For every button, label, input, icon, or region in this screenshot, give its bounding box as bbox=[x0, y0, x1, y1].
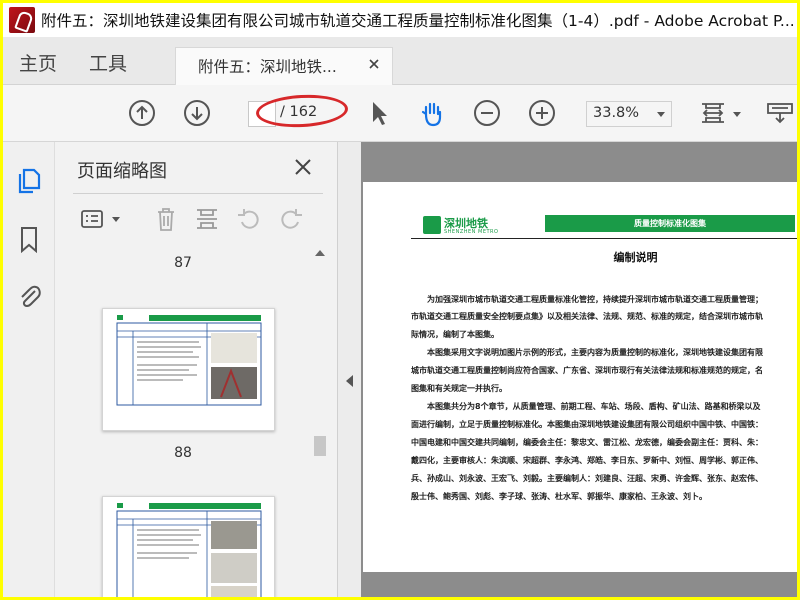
page-thumbnail[interactable] bbox=[102, 308, 275, 431]
panel-title: 页面缩略图 bbox=[77, 161, 167, 182]
zoom-in-icon bbox=[529, 100, 555, 126]
thumbnail-list: 87 88 bbox=[55, 246, 311, 597]
document-line: 中国电建和中国交建共同编制，编委会主任：黎忠文、雷江松、龙宏德，编委会副主任：贾… bbox=[411, 438, 763, 447]
logo-subtext: SHENZHEN METRO bbox=[444, 229, 499, 235]
document-line: 本图集采用文字说明加图片示例的形式，主要内容为质量控制的标准化，深圳地铁建设集团… bbox=[427, 348, 763, 357]
menu-home[interactable]: 主页 bbox=[19, 49, 57, 76]
zoom-out-button[interactable] bbox=[472, 98, 502, 128]
thumbnail-image bbox=[116, 315, 262, 406]
header-rule bbox=[411, 238, 797, 239]
document-line: 兵、孙成山、刘永波、王宏飞、刘毅。主要编制人：刘建良、汪超、宋勇、许金辉、张东、… bbox=[411, 474, 763, 483]
hand-tool-button[interactable] bbox=[417, 98, 447, 128]
pointer-icon bbox=[373, 102, 387, 125]
document-page[interactable]: 深圳地铁 SHENZHEN METRO 质量控制标准化图集 编制说明 为加强深圳… bbox=[363, 182, 797, 572]
page-thumbnail[interactable] bbox=[102, 496, 275, 597]
document-line: 戴四化，主要审核人：朱滨顺、宋超群、李永鸿、郑皓、李日东、罗新中、刘恒、周学彬、… bbox=[411, 456, 763, 465]
thumbnail-scrollbar[interactable] bbox=[311, 246, 329, 597]
header-bar: 质量控制标准化图集 bbox=[545, 215, 795, 232]
red-annotation-ellipse bbox=[255, 92, 349, 130]
delete-page-button[interactable] bbox=[152, 205, 180, 233]
page-thumbnails-button[interactable] bbox=[15, 166, 43, 194]
acrobat-app-icon bbox=[9, 7, 35, 33]
comment-tool-button[interactable] bbox=[765, 98, 795, 128]
acrobat-window: 附件五：深圳地铁建设集团有限公司城市轨道交通工程质量控制标准化图集（1-4）.p… bbox=[3, 3, 797, 597]
rotate-left-icon bbox=[238, 209, 259, 229]
zoom-level-select[interactable]: 33.8% bbox=[586, 101, 672, 127]
window-title: 附件五：深圳地铁建设集团有限公司城市轨道交通工程质量控制标准化图集（1-4）.p… bbox=[41, 12, 795, 30]
page-fit-dropdown-icon[interactable] bbox=[733, 112, 741, 117]
thumbnail-image bbox=[116, 503, 262, 597]
chevron-down-icon bbox=[657, 112, 665, 117]
document-line: 图集和有关规定一并执行。 bbox=[411, 384, 507, 393]
document-line: 为加强深圳市城市轨道交通工程质量标准化管控，持续提升深圳市城市轨道交通工程质量管… bbox=[427, 295, 763, 304]
scrollbar-thumb[interactable] bbox=[314, 436, 326, 456]
rotate-right-button[interactable] bbox=[277, 205, 305, 233]
select-tool-button[interactable] bbox=[364, 98, 394, 128]
document-line: 市轨道交通工程质量安全控制要点集》以及相关法律、法规、规范、标准的规定，结合深圳… bbox=[411, 312, 763, 321]
rotate-left-button[interactable] bbox=[235, 205, 263, 233]
options-menu-icon bbox=[81, 210, 103, 228]
thumbnail-options-button[interactable] bbox=[79, 205, 107, 233]
title-bar: 附件五：深圳地铁建设集团有限公司城市轨道交通工程质量控制标准化图集（1-4）.p… bbox=[3, 3, 797, 37]
menu-tools[interactable]: 工具 bbox=[89, 49, 127, 76]
navigation-rail bbox=[3, 142, 55, 597]
tab-bar: 主页 工具 附件五：深圳地铁... bbox=[3, 37, 797, 85]
attachment-icon bbox=[21, 285, 41, 308]
document-heading: 编制说明 bbox=[613, 251, 658, 264]
close-icon bbox=[369, 59, 379, 69]
tab-close-button[interactable] bbox=[366, 56, 382, 72]
insert-page-button[interactable] bbox=[193, 205, 221, 233]
previous-page-button[interactable] bbox=[127, 98, 157, 128]
thumbnail-page-number: 87 bbox=[174, 255, 192, 271]
close-icon bbox=[295, 159, 311, 175]
document-line: 面进行编制，立足于质量控制标准化。本图集由深圳地铁建设集团有限公司组织中国中铁、… bbox=[411, 420, 763, 429]
bookmarks-button[interactable] bbox=[15, 225, 43, 253]
bookmark-icon bbox=[21, 227, 37, 253]
document-tab-label: 附件五：深圳地铁... bbox=[198, 58, 337, 76]
document-line: 城市轨道交通工程质量控制尚应符合国家、广东省、深圳市现行有关法律法规和标准规范的… bbox=[411, 366, 763, 375]
scroll-up-arrow-icon[interactable] bbox=[315, 250, 325, 256]
hand-icon bbox=[421, 102, 442, 127]
zoom-in-button[interactable] bbox=[527, 98, 557, 128]
page-fit-button[interactable] bbox=[698, 98, 728, 128]
page-thumbnails-icon bbox=[18, 168, 41, 194]
document-bottom-gap bbox=[363, 572, 797, 597]
trash-icon bbox=[158, 208, 174, 231]
metro-logo-icon bbox=[423, 216, 441, 234]
insert-page-icon bbox=[197, 209, 217, 229]
thumbnail-page-number: 88 bbox=[174, 445, 192, 461]
attachments-button[interactable] bbox=[15, 282, 43, 310]
arrow-down-circle-icon bbox=[184, 100, 210, 126]
document-view: 深圳地铁 SHENZHEN METRO 质量控制标准化图集 编制说明 为加强深圳… bbox=[338, 142, 797, 597]
page-fit-icon bbox=[702, 103, 724, 123]
arrow-up-circle-icon bbox=[129, 100, 155, 126]
document-line: 本图集共分为8个章节，从质量管理、前期工程、车站、场段、盾构、矿山法、路基和桥梁… bbox=[427, 402, 761, 411]
options-dropdown-icon[interactable] bbox=[112, 217, 120, 222]
rotate-right-icon bbox=[281, 209, 302, 229]
document-line: 殷士伟、鲍秀国、刘彪、李子球、张涛、杜水军、郭振华、康家柏、王永波、刘卜。 bbox=[411, 492, 707, 501]
zoom-level-value: 33.8% bbox=[593, 105, 640, 121]
comment-tool-icon bbox=[767, 103, 793, 124]
document-tab[interactable]: 附件五：深圳地铁... bbox=[175, 47, 393, 85]
panel-close-button[interactable] bbox=[293, 157, 313, 177]
divider bbox=[73, 193, 323, 194]
toolbar: / 162 33.8% bbox=[3, 85, 797, 142]
document-line: 际情况，编制了本图集。 bbox=[411, 330, 499, 339]
zoom-out-icon bbox=[474, 100, 500, 126]
page-thumbnails-panel: 页面缩略图 87 88 bbox=[55, 142, 338, 597]
next-page-button[interactable] bbox=[182, 98, 212, 128]
collapse-panel-arrow-icon[interactable] bbox=[346, 375, 353, 387]
